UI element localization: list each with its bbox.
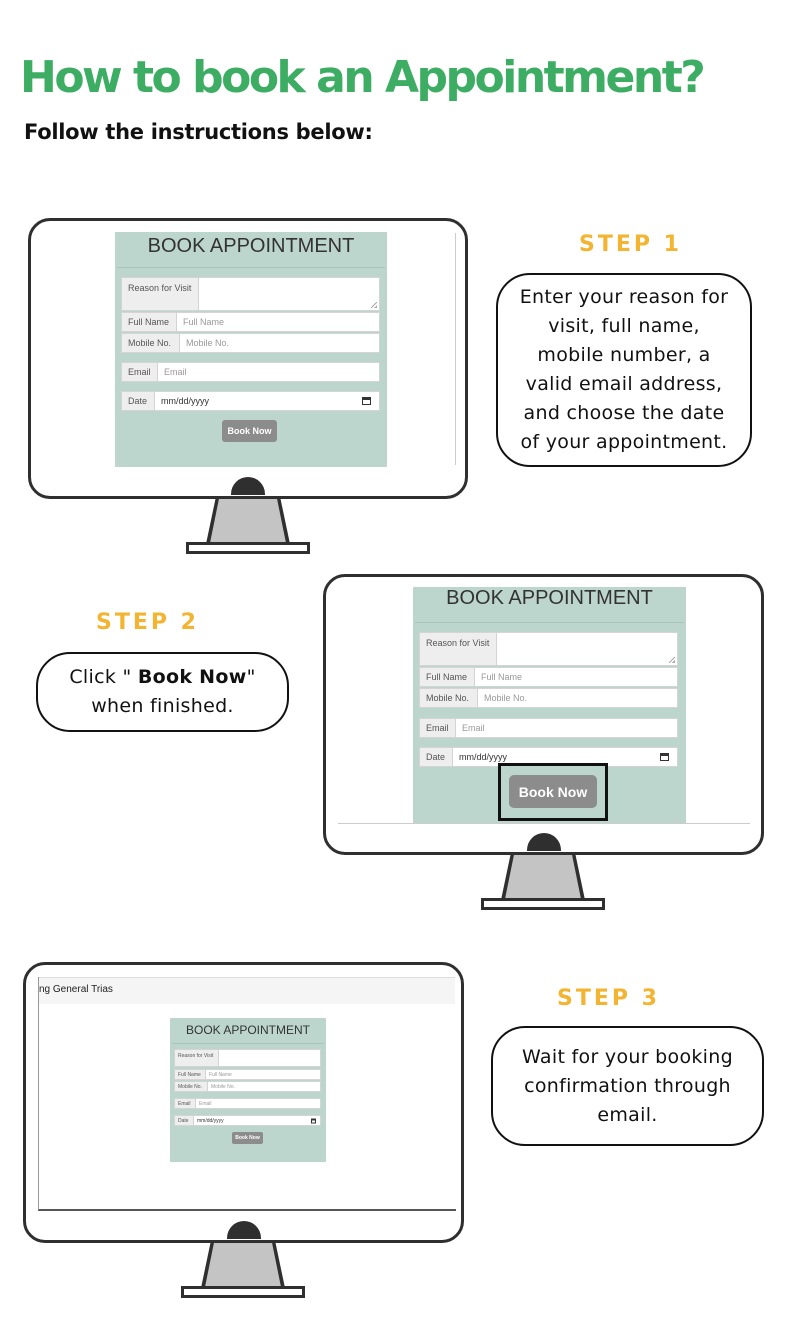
step-2-bubble: Click " Book Now" when finished. (36, 652, 289, 732)
monitor-screen: BOOK APPOINTMENT Reason for Visit Full N… (28, 218, 468, 499)
monitor-base (181, 1286, 305, 1298)
reason-label: Reason for Visit (420, 633, 497, 665)
reason-field[interactable]: Reason for Visit (419, 632, 678, 666)
step-3-bubble: Wait for your booking confirmation throu… (491, 1026, 764, 1146)
calendar-icon[interactable] (362, 397, 371, 405)
date-placeholder: mm/dd/yyyy (161, 396, 210, 406)
form-title: BOOK APPOINTMENT (147, 235, 355, 257)
book-now-button[interactable]: Book Now (232, 1132, 263, 1144)
step-2-text: Click " Book Now" when finished. (52, 663, 273, 721)
date-label: Date (122, 392, 155, 410)
form-title: BOOK APPOINTMENT (446, 587, 653, 609)
mobile-label: Mobile No. (175, 1082, 208, 1091)
date-field[interactable]: Date mm/dd/yyyy (174, 1115, 321, 1126)
date-input[interactable]: mm/dd/yyyy (194, 1116, 320, 1125)
email-field[interactable]: Email Email (174, 1098, 321, 1109)
mobile-input[interactable]: Mobile No. (180, 334, 379, 352)
date-placeholder: mm/dd/yyyy (459, 752, 508, 762)
date-label: Date (175, 1116, 194, 1125)
email-label: Email (122, 363, 158, 381)
mobile-field[interactable]: Mobile No. Mobile No. (174, 1081, 321, 1092)
monitor-screen: BOOK APPOINTMENT Reason for Visit Full N… (323, 574, 764, 855)
page-title: How to book an Appointment? (20, 52, 706, 103)
mobile-field[interactable]: Mobile No. Mobile No. (419, 688, 678, 708)
email-field[interactable]: Email Email (419, 718, 678, 738)
reason-input[interactable] (199, 278, 379, 310)
booking-form: BOOK APPOINTMENT Reason for Visit Full N… (170, 1018, 326, 1162)
monitor-base (481, 898, 605, 910)
email-label: Email (175, 1099, 196, 1108)
monitor-step-2: BOOK APPOINTMENT Reason for Visit Full N… (323, 574, 764, 912)
fullname-input[interactable]: Full Name (177, 313, 379, 331)
mobile-input[interactable]: Mobile No. (208, 1082, 320, 1091)
email-input[interactable]: Email (196, 1099, 320, 1108)
email-label: Email (420, 719, 456, 737)
camera-notch-icon (231, 477, 265, 495)
step-3-label: STEP 3 (557, 986, 660, 1011)
booking-form: BOOK APPOINTMENT Reason for Visit Full N… (413, 587, 686, 823)
monitor-screen: ng General Trias BOOK APPOINTMENT Reason… (23, 962, 464, 1243)
mobile-label: Mobile No. (420, 689, 478, 707)
step-3-text: Wait for your booking confirmation throu… (522, 1045, 733, 1126)
reason-label: Reason for Visit (175, 1050, 219, 1066)
calendar-icon[interactable] (311, 1118, 316, 1123)
fullname-field[interactable]: Full Name Full Name (419, 667, 678, 687)
fullname-input[interactable]: Full Name (475, 668, 677, 686)
monitor-step-1: BOOK APPOINTMENT Reason for Visit Full N… (28, 218, 468, 556)
book-now-button[interactable]: Book Now (222, 420, 277, 442)
reason-label: Reason for Visit (122, 278, 199, 310)
mobile-input[interactable]: Mobile No. (478, 689, 677, 707)
email-input[interactable]: Email (158, 363, 379, 381)
fullname-field[interactable]: Full Name Full Name (174, 1069, 321, 1080)
fullname-input[interactable]: Full Name (206, 1070, 320, 1079)
browser-header-text: ng General Trias (39, 984, 113, 995)
camera-notch-icon (227, 1221, 261, 1239)
email-field[interactable]: Email Email (121, 362, 380, 382)
fullname-label: Full Name (175, 1070, 206, 1079)
monitor-step-3: ng General Trias BOOK APPOINTMENT Reason… (23, 962, 464, 1300)
date-label: Date (420, 748, 453, 766)
date-field[interactable]: Date mm/dd/yyyy (121, 391, 380, 411)
booking-form: BOOK APPOINTMENT Reason for Visit Full N… (115, 232, 387, 467)
fullname-label: Full Name (420, 668, 475, 686)
reason-input[interactable] (219, 1050, 320, 1066)
screen-bottom-line (338, 823, 750, 824)
form-title: BOOK APPOINTMENT (185, 1023, 311, 1037)
browser-header: ng General Trias (39, 977, 455, 1004)
step-2-text-bold: Book Now (137, 666, 247, 688)
step-2-label: STEP 2 (96, 610, 199, 635)
step-1-label: STEP 1 (579, 232, 682, 257)
reason-field[interactable]: Reason for Visit (121, 277, 380, 311)
screen-edge (455, 233, 456, 465)
mobile-label: Mobile No. (122, 334, 180, 352)
email-input[interactable]: Email (456, 719, 677, 737)
fullname-field[interactable]: Full Name Full Name (121, 312, 380, 332)
monitor-base (186, 542, 310, 554)
date-input[interactable]: mm/dd/yyyy (155, 392, 379, 410)
step-2-text-prefix: Click " (69, 666, 138, 688)
date-placeholder: mm/dd/yyyy (197, 1117, 224, 1124)
step-1-text: Enter your reason for visit, full name, … (519, 286, 729, 453)
step-1-bubble: Enter your reason for visit, full name, … (496, 273, 752, 467)
reason-input[interactable] (497, 633, 677, 665)
fullname-label: Full Name (122, 313, 177, 331)
mobile-field[interactable]: Mobile No. Mobile No. (121, 333, 380, 353)
reason-field[interactable]: Reason for Visit (174, 1049, 321, 1067)
calendar-icon[interactable] (660, 753, 669, 761)
book-now-button[interactable]: Book Now (509, 775, 597, 808)
page-subtitle: Follow the instructions below: (24, 120, 373, 144)
camera-notch-icon (527, 833, 561, 851)
